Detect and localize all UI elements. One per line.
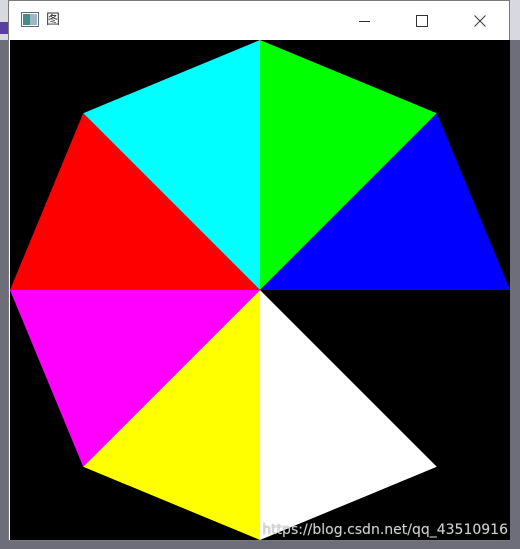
taskbar-fragment	[0, 22, 8, 34]
drawing-canvas: https://blog.csdn.net/qq_43510916	[10, 40, 510, 540]
close-button[interactable]	[451, 1, 509, 40]
title-bar[interactable]: 图	[9, 1, 509, 40]
app-window: 图 https://blog.csdn.net/qq_43510916	[8, 0, 510, 541]
minimize-button[interactable]	[336, 1, 394, 40]
app-icon	[21, 12, 39, 27]
maximize-button[interactable]	[393, 1, 451, 40]
watermark-text: https://blog.csdn.net/qq_43510916	[262, 522, 508, 538]
minimize-icon	[359, 20, 370, 22]
octagon-figure	[10, 40, 510, 540]
window-title: 图	[46, 12, 60, 28]
close-icon	[474, 14, 486, 27]
maximize-icon	[416, 14, 428, 27]
